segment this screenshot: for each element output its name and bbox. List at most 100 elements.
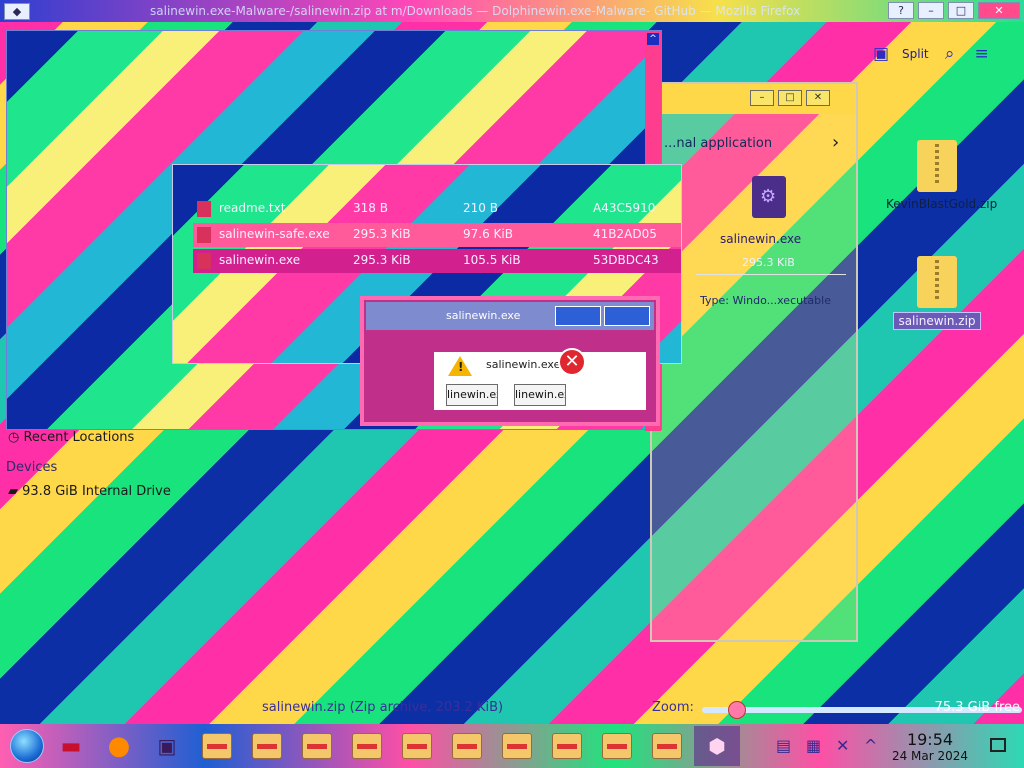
- archive-icon: [502, 733, 532, 759]
- browser-toolbar: ▣ Split ⌕ ≡: [870, 36, 1020, 72]
- status-file-info: salinewin.zip (Zip archive, 203.2 KiB): [262, 700, 504, 715]
- taskbar-item-archive[interactable]: [244, 726, 290, 766]
- taskbar-item-archive[interactable]: [644, 726, 690, 766]
- sidebar-item-internal-drive[interactable]: ▰ 93.8 GiB Internal Drive: [8, 484, 171, 499]
- taskbar-item-archive[interactable]: [394, 726, 440, 766]
- archive-icon: [252, 733, 282, 759]
- tray-mute-icon[interactable]: ✕: [836, 736, 849, 755]
- sidebar-item-recent-locations[interactable]: ◷ Recent Locations: [8, 430, 134, 445]
- app-menu-icon[interactable]: ◆: [4, 3, 30, 20]
- dialog-minimize-button[interactable]: [555, 306, 601, 326]
- archive-icon: [552, 733, 582, 759]
- divider: [696, 274, 846, 275]
- dialog-close-button[interactable]: [604, 306, 650, 326]
- hamburger-menu-icon[interactable]: ≡: [971, 43, 993, 65]
- split-button[interactable]: Split: [902, 47, 929, 61]
- taskbar-item-archive[interactable]: [444, 726, 490, 766]
- maximize-button[interactable]: □: [948, 2, 974, 19]
- file-name: readme.txt: [219, 201, 286, 215]
- taskbar-item-malware[interactable]: ⬢: [694, 726, 740, 766]
- zip-archive-icon: [917, 256, 957, 308]
- split-view-icon[interactable]: ▣: [870, 43, 892, 65]
- archive-icon: [352, 733, 382, 759]
- file-name: salinewin-safe.exe: [219, 227, 330, 241]
- start-button[interactable]: [4, 726, 50, 766]
- archive-icon: [402, 733, 432, 759]
- archive-icon: [602, 733, 632, 759]
- sidebar-item-label: Recent Locations: [23, 430, 135, 445]
- firefox-icon: ●: [107, 731, 131, 761]
- dialog-cancel-button[interactable]: linewin.exe: [514, 384, 566, 406]
- scroll-up-icon[interactable]: ^: [647, 33, 659, 45]
- tray-bag-icon[interactable]: ▤: [776, 736, 791, 755]
- info-file-name: salinewin.exe: [720, 232, 802, 246]
- show-desktop-button[interactable]: [990, 738, 1006, 752]
- terminal-icon: ▣: [157, 734, 177, 758]
- chevron-right-icon[interactable]: ›: [832, 132, 839, 153]
- status-bar: salinewin.zip (Zip archive, 203.2 KiB) Z…: [262, 698, 1024, 720]
- file-size: 295.3 KiB: [353, 253, 411, 267]
- warning-icon: [448, 356, 472, 376]
- taskbar-item-archive[interactable]: [294, 726, 340, 766]
- file-size: 295.3 KiB: [353, 227, 411, 241]
- table-row[interactable]: salinewin.exe 295.3 KiB 105.5 KiB 53DBDC…: [193, 249, 681, 273]
- file-crc: 41B2AD05: [593, 227, 657, 241]
- dolphin-minimize-button[interactable]: –: [750, 90, 774, 106]
- dialog-ok-button[interactable]: linewin.exe: [446, 384, 498, 406]
- window-titlebar: ◆ salinewin.exe-Malware-/salinewin.zip a…: [0, 0, 1024, 22]
- executable-file-icon: [197, 253, 211, 269]
- taskbar-item-file-manager[interactable]: ▬: [48, 726, 94, 766]
- info-panel-subtitle: ...nal application: [664, 136, 773, 151]
- text-file-icon: [197, 201, 211, 217]
- desktop-icon-salinewin-zip[interactable]: salinewin.zip: [882, 256, 992, 330]
- clock-date: 24 Mar 2024: [891, 749, 969, 763]
- file-packed-size: 105.5 KiB: [463, 253, 521, 267]
- windows-logo-icon: [10, 729, 44, 763]
- zoom-label: Zoom:: [652, 700, 694, 715]
- info-file-type: Type: Windo...xecutable: [700, 294, 831, 307]
- clock-time: 19:54: [906, 730, 954, 749]
- taskbar-item-terminal[interactable]: ▣: [144, 726, 190, 766]
- archive-icon: [202, 733, 232, 759]
- archive-icon: [452, 733, 482, 759]
- executable-file-icon: [752, 176, 786, 218]
- table-row[interactable]: readme.txt 318 B 210 B A43C5910: [193, 197, 681, 221]
- taskbar-item-archive[interactable]: [544, 726, 590, 766]
- malware-app-icon: ⬢: [708, 734, 726, 758]
- desktop-icon-label: KevinBlastGold.zip: [886, 197, 998, 211]
- taskbar-item-archive[interactable]: [194, 726, 240, 766]
- dialog-body: salinewin.exe ✕ linewin.exe linewin.exe: [434, 348, 646, 410]
- desktop-icon-kevinblastgold[interactable]: KevinBlastGold.zip: [882, 140, 997, 212]
- error-icon: ✕: [558, 348, 586, 376]
- free-space-label: 75.3 GiB free: [934, 700, 1020, 715]
- search-icon[interactable]: ⌕: [939, 43, 961, 65]
- dolphin-close-button[interactable]: ✕: [806, 90, 830, 106]
- taskbar-item-firefox[interactable]: ●: [96, 726, 142, 766]
- desktop-icon-label: salinewin.zip: [893, 312, 981, 330]
- file-packed-size: 97.6 KiB: [463, 227, 513, 241]
- taskbar-item-archive[interactable]: [594, 726, 640, 766]
- dialog-message: salinewin.exe: [486, 358, 561, 371]
- error-dialog: salinewin.exe salinewin.exe ✕ linewin.ex…: [360, 296, 660, 426]
- archive-icon: [652, 733, 682, 759]
- minimize-button[interactable]: –: [918, 2, 944, 19]
- taskbar-item-archive[interactable]: [344, 726, 390, 766]
- sidebar-item-label: 93.8 GiB Internal Drive: [22, 484, 171, 499]
- help-button[interactable]: ?: [888, 2, 914, 19]
- executable-file-icon: [197, 227, 211, 243]
- zoom-slider-handle[interactable]: [727, 701, 746, 719]
- zip-archive-icon: [917, 140, 957, 192]
- taskbar-item-archive[interactable]: [494, 726, 540, 766]
- file-name: salinewin.exe: [219, 253, 301, 267]
- info-file-size: 295.3 KiB: [742, 256, 795, 269]
- drive-icon: ▰: [8, 484, 18, 499]
- tray-clipboard-icon[interactable]: ▦: [806, 736, 821, 755]
- taskbar-clock[interactable]: 19:54 24 Mar 2024: [880, 730, 980, 763]
- dolphin-maximize-button[interactable]: □: [778, 90, 802, 106]
- table-row[interactable]: salinewin-safe.exe 295.3 KiB 97.6 KiB 41…: [193, 223, 681, 247]
- tray-chevron-up-icon[interactable]: ^: [864, 736, 877, 755]
- archive-icon: [302, 733, 332, 759]
- sidebar-section-devices: Devices: [6, 460, 58, 475]
- window-title: salinewin.exe-Malware-/salinewin.zip at …: [150, 4, 801, 18]
- close-button[interactable]: ✕: [978, 2, 1020, 19]
